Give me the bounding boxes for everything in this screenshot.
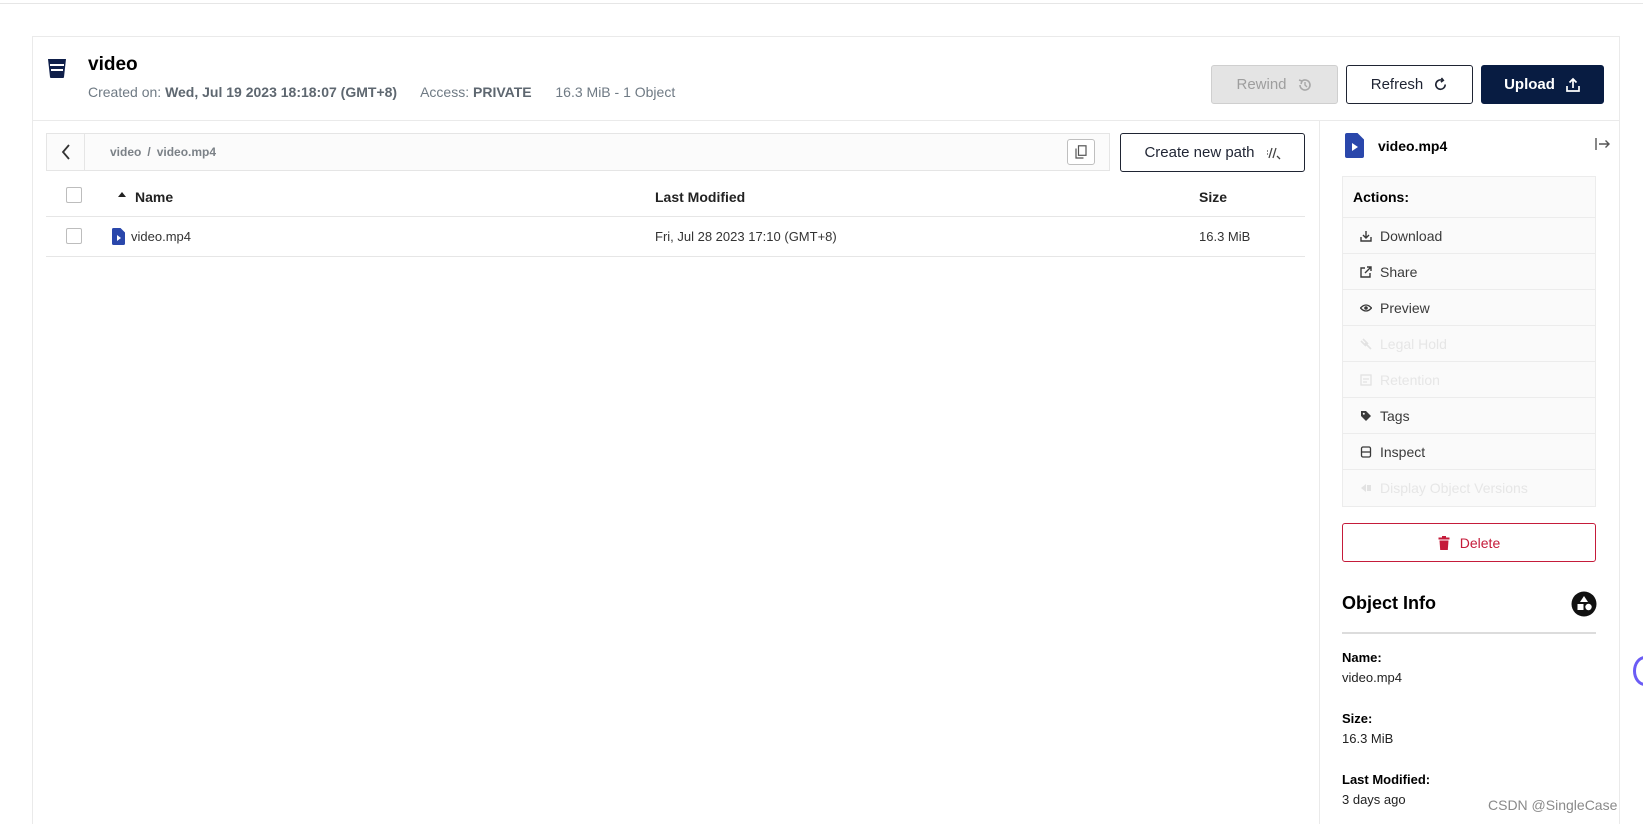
action-download-label: Download xyxy=(1380,227,1443,244)
row-divider xyxy=(46,256,1305,257)
action-preview-label: Preview xyxy=(1380,299,1430,316)
action-display-object-versions-label: Display Object Versions xyxy=(1380,480,1528,496)
access-value: PRIVATE xyxy=(473,84,532,100)
actions-panel: Actions: Download Share Preview Legal Ho… xyxy=(1342,176,1596,507)
bucket-summary: 16.3 MiB - 1 Object xyxy=(555,84,676,100)
created-label: Created on: xyxy=(88,84,162,100)
inspect-icon xyxy=(1360,445,1372,458)
rewind-label: Rewind xyxy=(1236,76,1287,93)
trash-icon xyxy=(1438,535,1450,550)
breadcrumb: video / video.mp4 xyxy=(110,145,216,159)
header-row-divider xyxy=(46,216,1305,217)
collapse-panel-icon[interactable] xyxy=(1594,135,1612,153)
back-button[interactable] xyxy=(47,134,85,170)
header-divider xyxy=(32,120,1620,121)
bucket-meta: Created on: Wed, Jul 19 2023 18:18:07 (G… xyxy=(88,84,675,100)
action-tags[interactable]: Tags xyxy=(1343,398,1595,434)
versions-icon xyxy=(1361,484,1371,492)
floating-assistant-bubble[interactable] xyxy=(1633,656,1643,686)
action-retention[interactable]: Retention xyxy=(1343,362,1595,398)
info-size-value: 16.3 MiB xyxy=(1342,731,1394,746)
access-label: Access: xyxy=(420,84,470,100)
new-path-icon xyxy=(1266,147,1280,159)
info-name-label: Name: xyxy=(1342,650,1382,665)
rewind-button[interactable]: Rewind xyxy=(1211,65,1338,104)
actions-header: Actions: xyxy=(1343,177,1595,218)
row-last-modified: Fri, Jul 28 2023 17:10 (GMT+8) xyxy=(655,229,837,244)
action-tags-label: Tags xyxy=(1380,407,1410,424)
action-display-object-versions[interactable]: Display Object Versions xyxy=(1343,470,1595,506)
panel-title: video.mp4 xyxy=(1378,138,1448,154)
action-share-label: Share xyxy=(1380,263,1418,280)
action-share[interactable]: Share xyxy=(1343,254,1595,290)
action-legal-hold[interactable]: Legal Hold xyxy=(1343,326,1595,362)
object-info-divider xyxy=(1342,632,1596,634)
sort-ascending-icon[interactable] xyxy=(117,191,127,199)
breadcrumb-separator: / xyxy=(147,145,151,159)
action-inspect[interactable]: Inspect xyxy=(1343,434,1595,470)
breadcrumb-bar: video / video.mp4 xyxy=(46,133,1110,171)
upload-icon xyxy=(1566,77,1580,92)
delete-label: Delete xyxy=(1459,534,1501,551)
chevron-left-icon xyxy=(61,144,70,160)
panel-divider xyxy=(1319,121,1320,824)
share-icon xyxy=(1360,265,1372,278)
row-checkbox[interactable] xyxy=(66,228,82,244)
info-modified-value: 3 days ago xyxy=(1342,792,1406,807)
action-legal-hold-label: Legal Hold xyxy=(1380,335,1447,352)
action-preview[interactable]: Preview xyxy=(1343,290,1595,326)
breadcrumb-object[interactable]: video.mp4 xyxy=(157,145,216,159)
bucket-icon xyxy=(48,59,66,78)
upload-label: Upload xyxy=(1504,76,1555,93)
action-retention-label: Retention xyxy=(1380,371,1440,388)
rewind-icon xyxy=(1298,78,1311,91)
delete-button[interactable]: Delete xyxy=(1342,523,1596,562)
bucket-title: video xyxy=(88,54,138,75)
top-divider xyxy=(0,3,1643,4)
column-header-last-modified[interactable]: Last Modified xyxy=(655,189,745,205)
info-name-value: video.mp4 xyxy=(1342,670,1402,685)
info-size-label: Size: xyxy=(1342,711,1373,726)
tag-icon xyxy=(1361,410,1371,421)
watermark: CSDN @SingleCase xyxy=(1488,797,1618,813)
eye-icon xyxy=(1360,303,1372,312)
download-icon xyxy=(1360,230,1372,242)
object-info-icon xyxy=(1571,591,1597,617)
create-new-path-label: Create new path xyxy=(1144,144,1255,161)
refresh-icon xyxy=(1435,77,1447,91)
breadcrumb-bucket[interactable]: video xyxy=(110,145,141,159)
video-file-icon xyxy=(112,228,125,245)
column-header-size[interactable]: Size xyxy=(1199,189,1227,205)
refresh-button[interactable]: Refresh xyxy=(1346,65,1473,104)
retention-icon xyxy=(1360,373,1372,386)
copy-icon xyxy=(1075,145,1087,159)
row-size: 16.3 MiB xyxy=(1199,229,1251,244)
select-all-checkbox[interactable] xyxy=(66,187,82,203)
row-name: video.mp4 xyxy=(131,229,191,244)
action-inspect-label: Inspect xyxy=(1380,443,1426,460)
create-new-path-button[interactable]: Create new path xyxy=(1120,133,1305,172)
refresh-label: Refresh xyxy=(1370,76,1424,93)
action-download[interactable]: Download xyxy=(1343,218,1595,254)
upload-button[interactable]: Upload xyxy=(1481,65,1604,104)
column-header-name[interactable]: Name xyxy=(135,189,173,205)
video-file-icon xyxy=(1345,133,1364,158)
info-modified-label: Last Modified: xyxy=(1342,772,1431,787)
copy-path-button[interactable] xyxy=(1067,139,1095,165)
gavel-icon xyxy=(1360,337,1372,350)
created-value: Wed, Jul 19 2023 18:18:07 (GMT+8) xyxy=(165,84,398,100)
object-info-title: Object Info xyxy=(1342,593,1436,613)
